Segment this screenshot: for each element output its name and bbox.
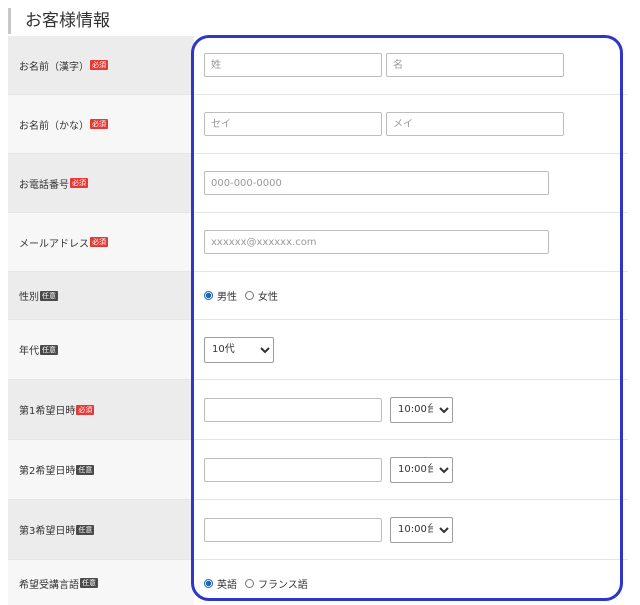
phone-input[interactable]: [204, 171, 549, 195]
field-cell: [194, 213, 628, 271]
row-language: 希望受講言語 任意 英語 フランス語: [8, 560, 628, 605]
optional-badge: 任意: [80, 578, 98, 588]
row-date-1: 第1希望日時 必須 10:00台: [8, 380, 628, 440]
customer-info-page: お客様情報 お名前（漢字） 必須 お名前（かな） 必須: [0, 0, 640, 605]
field-label: 希望受講言語: [19, 579, 79, 591]
field-label: メールアドレス: [19, 238, 89, 250]
gender-male-radio[interactable]: [204, 291, 213, 300]
field-cell: 10:00台: [194, 440, 628, 499]
field-cell: 男性 女性: [194, 272, 628, 319]
gender-option-male[interactable]: 男性: [204, 288, 237, 303]
label-cell: お名前（漢字） 必須: [8, 36, 194, 94]
language-radio-group: 英語 フランス語: [204, 576, 316, 591]
label-cell: 性別 任意: [8, 272, 194, 319]
field-cell: [194, 95, 628, 153]
label-cell: メールアドレス 必須: [8, 213, 194, 271]
optional-badge: 任意: [76, 464, 95, 475]
first-name-kanji-input[interactable]: [386, 53, 564, 77]
row-name-kana: お名前（かな） 必須: [8, 95, 628, 154]
label-cell: 希望受講言語 任意: [8, 560, 194, 605]
field-cell: 10:00台: [194, 380, 628, 439]
field-label: お名前（漢字）: [19, 61, 89, 73]
last-name-kanji-input[interactable]: [204, 53, 382, 77]
time-2-select[interactable]: 10:00台: [390, 456, 453, 483]
row-email: メールアドレス 必須: [8, 213, 628, 272]
language-option-french[interactable]: フランス語: [245, 576, 308, 591]
row-name-kanji: お名前（漢字） 必須: [8, 36, 628, 95]
label-cell: 第2希望日時 任意: [8, 440, 194, 499]
required-badge: 必須: [90, 60, 108, 70]
row-date-2: 第2希望日時 任意 10:00台: [8, 440, 628, 500]
row-phone: お電話番号 必須: [8, 154, 628, 213]
radio-label: 英語: [217, 579, 237, 591]
field-label: 第2希望日時: [19, 466, 76, 477]
date-1-input[interactable]: [204, 397, 382, 422]
gender-radio-group: 男性 女性: [204, 288, 286, 303]
time-3-select[interactable]: 10:00台: [390, 516, 453, 543]
time-1-select[interactable]: 10:00台: [390, 396, 453, 423]
date-3-input[interactable]: [204, 517, 382, 542]
label-cell: 第3希望日時 任意: [8, 500, 194, 559]
date-2-input[interactable]: [204, 457, 382, 482]
field-label: 第3希望日時: [19, 526, 76, 537]
field-cell: 10代: [194, 320, 628, 379]
gender-female-radio[interactable]: [245, 291, 254, 300]
field-cell: 英語 フランス語: [194, 560, 628, 605]
last-name-kana-input[interactable]: [204, 112, 382, 136]
radio-label: 女性: [258, 292, 278, 303]
label-cell: お電話番号 必須: [8, 154, 194, 212]
field-cell: 10:00台: [194, 500, 628, 559]
language-french-radio[interactable]: [245, 578, 254, 588]
label-cell: 年代 任意: [8, 320, 194, 379]
row-age: 年代 任意 10代: [8, 320, 628, 380]
row-gender: 性別 任意 男性 女性: [8, 272, 628, 320]
customer-info-form: お名前（漢字） 必須 お名前（かな） 必須 お電話番号 必須: [8, 36, 628, 605]
age-select[interactable]: 10代: [204, 336, 274, 363]
required-badge: 必須: [90, 237, 108, 247]
email-input[interactable]: [204, 230, 549, 254]
field-label: お電話番号: [19, 179, 69, 191]
optional-badge: 任意: [40, 290, 58, 301]
label-cell: お名前（かな） 必須: [8, 95, 194, 153]
required-badge: 必須: [70, 178, 88, 188]
field-label: 性別: [19, 292, 39, 303]
radio-label: 男性: [217, 292, 237, 303]
field-label: 年代: [19, 346, 39, 357]
field-label: 第1希望日時: [19, 406, 76, 417]
language-english-radio[interactable]: [204, 578, 213, 588]
field-label: お名前（かな）: [19, 120, 89, 132]
optional-badge: 任意: [76, 524, 95, 535]
required-badge: 必須: [90, 119, 108, 129]
label-cell: 第1希望日時 必須: [8, 380, 194, 439]
gender-option-female[interactable]: 女性: [245, 288, 278, 303]
field-cell: [194, 36, 628, 94]
required-badge: 必須: [76, 404, 95, 415]
field-cell: [194, 154, 628, 212]
row-date-3: 第3希望日時 任意 10:00台: [8, 500, 628, 560]
radio-label: フランス語: [258, 579, 308, 591]
first-name-kana-input[interactable]: [386, 112, 564, 136]
language-option-english[interactable]: 英語: [204, 576, 237, 591]
optional-badge: 任意: [40, 344, 58, 355]
section-title: お客様情報: [8, 8, 110, 34]
